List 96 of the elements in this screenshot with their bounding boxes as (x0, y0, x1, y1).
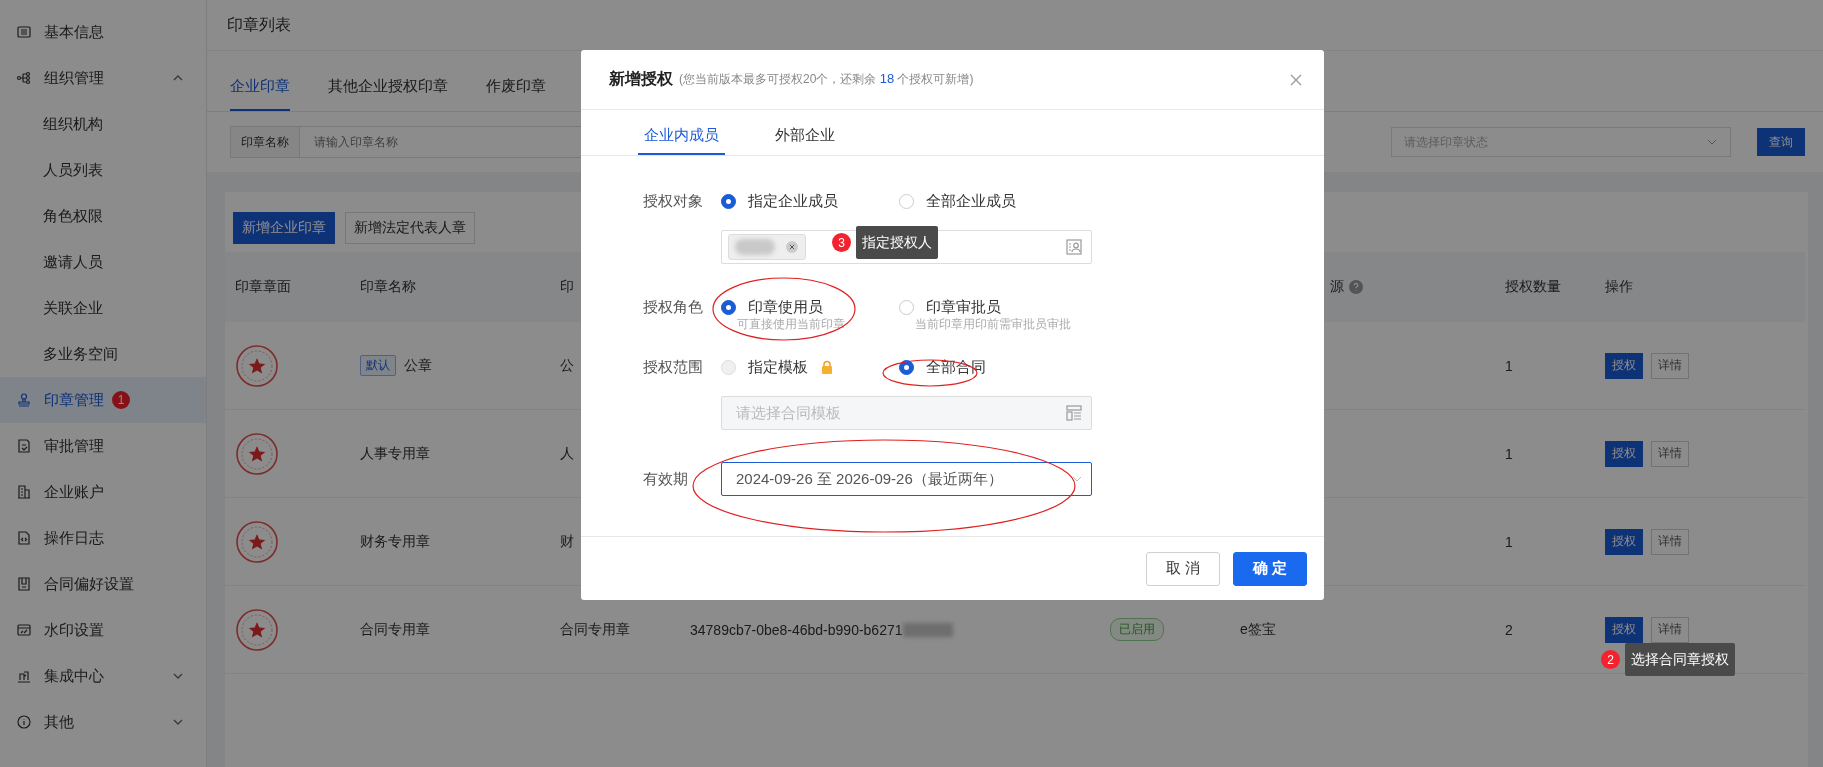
tree-icon (16, 70, 32, 86)
details-button[interactable]: 详情 (1651, 616, 1689, 643)
radio-button[interactable] (721, 193, 736, 209)
seal-drawing (235, 607, 279, 652)
sidebar-item[interactable]: 多业务空间 (0, 331, 206, 377)
column-header: 操作 (1605, 278, 1633, 296)
status-tag: 已启用 (1110, 618, 1164, 641)
help-icon[interactable] (1349, 280, 1363, 294)
auth-count: 1 (1505, 445, 1513, 462)
radio-label[interactable]: 指定企业成员 (748, 191, 838, 211)
details-button[interactable]: 详情 (1651, 528, 1689, 555)
confirm-button[interactable]: 确 定 (1233, 551, 1307, 586)
seal-drawing (235, 343, 279, 388)
table-cell: 财 (560, 532, 574, 551)
radio-label[interactable]: 全部企业成员 (926, 191, 1016, 211)
sidebar-item[interactable]: 企业账户 (0, 469, 206, 515)
contact-icon[interactable] (1065, 238, 1083, 256)
authorize-button[interactable]: 授权 (1605, 528, 1643, 555)
validity-select[interactable]: 2024-09-26 至 2026-09-26（最近两年） (721, 462, 1092, 496)
column-header: 印章名称 (360, 278, 416, 296)
sidebar-item[interactable]: 合同偏好设置 (0, 561, 206, 607)
info-icon (16, 714, 32, 730)
list-icon (16, 24, 32, 40)
log-icon (16, 530, 32, 546)
page-title: 印章列表 (227, 14, 291, 35)
auth-count: 2 (1505, 621, 1513, 638)
column-header: 授权数量 (1505, 278, 1561, 296)
table-cell: 人 (560, 444, 574, 463)
sidebar-item[interactable]: 其他 (0, 699, 206, 745)
approve-icon (16, 438, 32, 454)
field-label: 授权角色 (643, 296, 704, 317)
sidebar-item[interactable]: 邀请人员 (0, 239, 206, 285)
quota-note: (您当前版本最多可授权20个，还剩余 18 个授权可新增) (679, 71, 974, 88)
seal-name: 财务专用章 (360, 532, 430, 551)
radio-label[interactable]: 印章审批员 (926, 297, 1001, 317)
add-seal-button[interactable]: 新增企业印章 (233, 212, 335, 244)
template-icon (1065, 404, 1083, 422)
authorize-button[interactable]: 授权 (1605, 352, 1643, 379)
default-tag: 默认 (360, 355, 396, 376)
tooltip: 选择合同章授权 (1625, 643, 1735, 676)
seal-drawing (235, 519, 279, 564)
field-label: 授权范围 (643, 356, 704, 377)
filter-label: 印章名称 (231, 127, 300, 157)
sidebar-item[interactable]: 组织管理 (0, 55, 206, 101)
watermark-icon (16, 622, 32, 638)
field-label: 有效期 (643, 468, 689, 489)
details-button[interactable]: 详情 (1651, 352, 1689, 379)
sidebar-item[interactable]: 角色权限 (0, 193, 206, 239)
notification-badge: 1 (112, 391, 130, 409)
add-seal-button[interactable]: 新增法定代表人章 (345, 212, 475, 244)
sidebar-item[interactable]: 基本信息 (0, 9, 206, 55)
details-button[interactable]: 详情 (1651, 440, 1689, 467)
option-hint: 当前印章用印前需审批员审批 (914, 316, 1072, 333)
auth-count: 1 (1505, 357, 1513, 374)
tab[interactable]: 企业内成员 (638, 110, 725, 155)
sidebar-item[interactable]: 组织机构 (0, 101, 206, 147)
field-label: 授权对象 (643, 190, 704, 211)
cancel-button[interactable]: 取 消 (1146, 551, 1220, 586)
table-cell: 合同专用章 (560, 620, 630, 639)
radio-button[interactable] (721, 299, 736, 315)
stamp-icon (16, 392, 32, 408)
tab[interactable]: 其他企业授权印章 (328, 63, 448, 111)
seal-source: e签宝 (1240, 620, 1276, 639)
building-icon (16, 484, 32, 500)
seal-name: 人事专用章 (360, 444, 430, 463)
integration-icon (16, 668, 32, 684)
seal-name: 合同专用章 (360, 620, 430, 639)
column-header: 印章章面 (235, 278, 291, 296)
doc-icon (16, 576, 32, 592)
column-header: 印 (560, 278, 574, 296)
auth-count: 1 (1505, 533, 1513, 550)
column-header: 源 (1330, 278, 1344, 296)
blur-mask (902, 622, 953, 637)
remove-icon[interactable] (785, 240, 799, 254)
seal-id: 34789cb7-0be8-46bd-b990-b6271 (690, 621, 903, 638)
search-button[interactable]: 查询 (1757, 128, 1805, 156)
seal-drawing (235, 431, 279, 476)
tooltip: 指定授权人 (856, 226, 938, 259)
table-cell: 公 (560, 356, 574, 375)
dialog-title: 新增授权 (609, 69, 673, 89)
sidebar-item[interactable]: 人员列表 (0, 147, 206, 193)
sidebar-item[interactable]: 审批管理 (0, 423, 206, 469)
authorize-button[interactable]: 授权 (1605, 440, 1643, 467)
authorize-button[interactable]: 授权 (1605, 616, 1643, 643)
sidebar-item[interactable]: 印章管理 1 (0, 377, 206, 423)
sidebar-item[interactable]: 操作日志 (0, 515, 206, 561)
close-icon[interactable] (1290, 73, 1302, 86)
seal-name: 公章 (404, 356, 432, 375)
radio-label[interactable]: 印章使用员 (748, 297, 823, 317)
tab[interactable]: 外部企业 (769, 110, 841, 155)
sidebar-item[interactable]: 关联企业 (0, 285, 206, 331)
sidebar-item[interactable]: 集成中心 (0, 653, 206, 699)
sidebar-item[interactable]: 水印设置 (0, 607, 206, 653)
option-hint: 可直接使用当前印章 (736, 316, 846, 333)
tab[interactable]: 作废印章 (486, 63, 546, 111)
radio-button[interactable] (899, 359, 914, 375)
